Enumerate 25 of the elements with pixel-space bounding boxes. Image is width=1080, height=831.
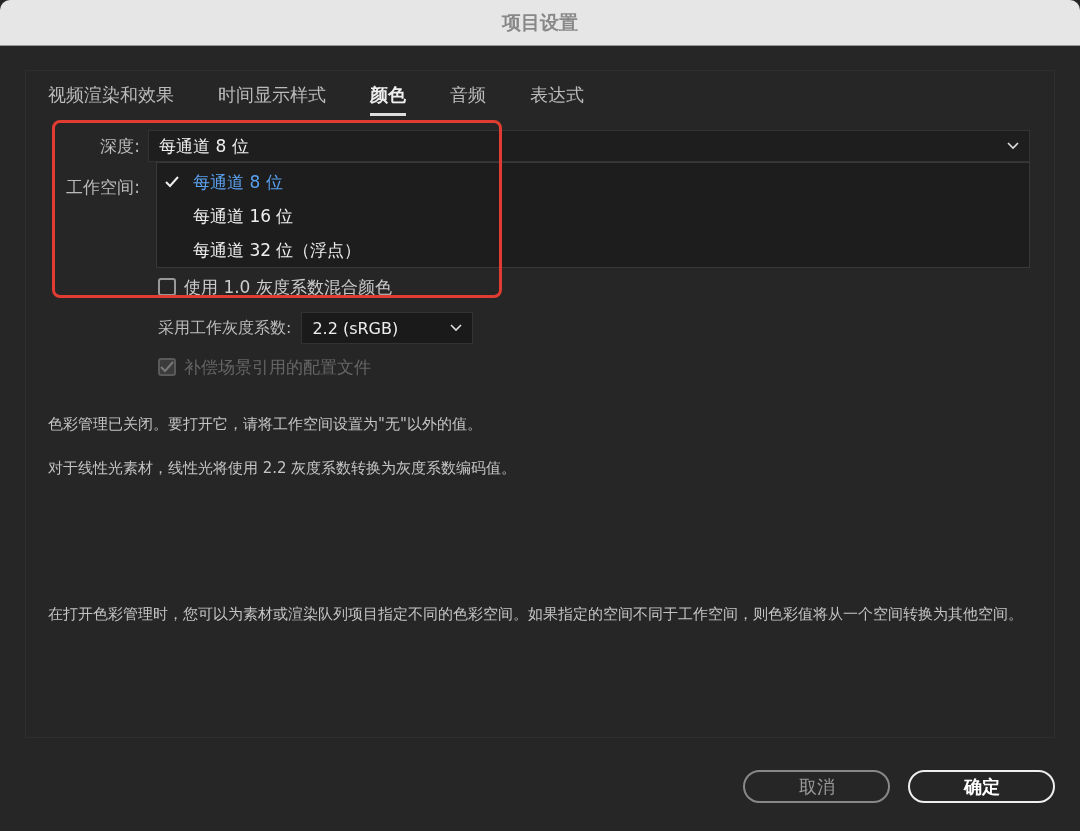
- checkbox-label: 使用 1.0 灰度系数混合颜色: [184, 275, 392, 299]
- tab[interactable]: 颜色: [370, 79, 406, 116]
- tab[interactable]: 音频: [450, 79, 486, 116]
- checkbox[interactable]: [158, 278, 176, 296]
- menu-item[interactable]: 每通道 16 位: [157, 199, 1029, 233]
- depth-dropdown[interactable]: 每通道 8 位: [148, 130, 1030, 162]
- tab[interactable]: 视频渲染和效果: [48, 79, 174, 116]
- gamma-dropdown[interactable]: 2.2 (sRGB): [301, 312, 474, 344]
- info-text: 在打开色彩管理时，您可以为素材或渲染队列项目指定不同的色彩空间。如果指定的空间不同于工作空间，则色彩值将从一个空间转换为其他空间。: [48, 604, 1023, 625]
- checkmark-icon: [165, 176, 179, 188]
- gamma-label: 采用工作灰度系数:: [158, 317, 292, 339]
- menu-item[interactable]: 每通道 8 位: [157, 165, 1029, 199]
- chevron-down-icon: [450, 324, 463, 332]
- workspace-label: 工作空间:: [65, 176, 141, 199]
- dialog-button[interactable]: 取消: [743, 770, 890, 803]
- depth-label: 深度:: [99, 134, 141, 158]
- chevron-down-icon: [1007, 142, 1019, 150]
- tab[interactable]: 时间显示样式: [218, 79, 326, 116]
- info-text: 色彩管理已关闭。要打开它，请将工作空间设置为"无"以外的值。: [48, 414, 483, 435]
- window-title: 项目设置: [502, 9, 578, 35]
- dialog-button[interactable]: 确定: [908, 770, 1055, 803]
- info-text: 对于线性光素材，线性光将使用 2.2 灰度系数转换为灰度系数编码值。: [48, 458, 518, 479]
- checkbox-label: 补偿场景引用的配置文件: [184, 355, 371, 379]
- tab[interactable]: 表达式: [530, 79, 584, 116]
- menu-item[interactable]: 每通道 32 位（浮点）: [157, 233, 1029, 267]
